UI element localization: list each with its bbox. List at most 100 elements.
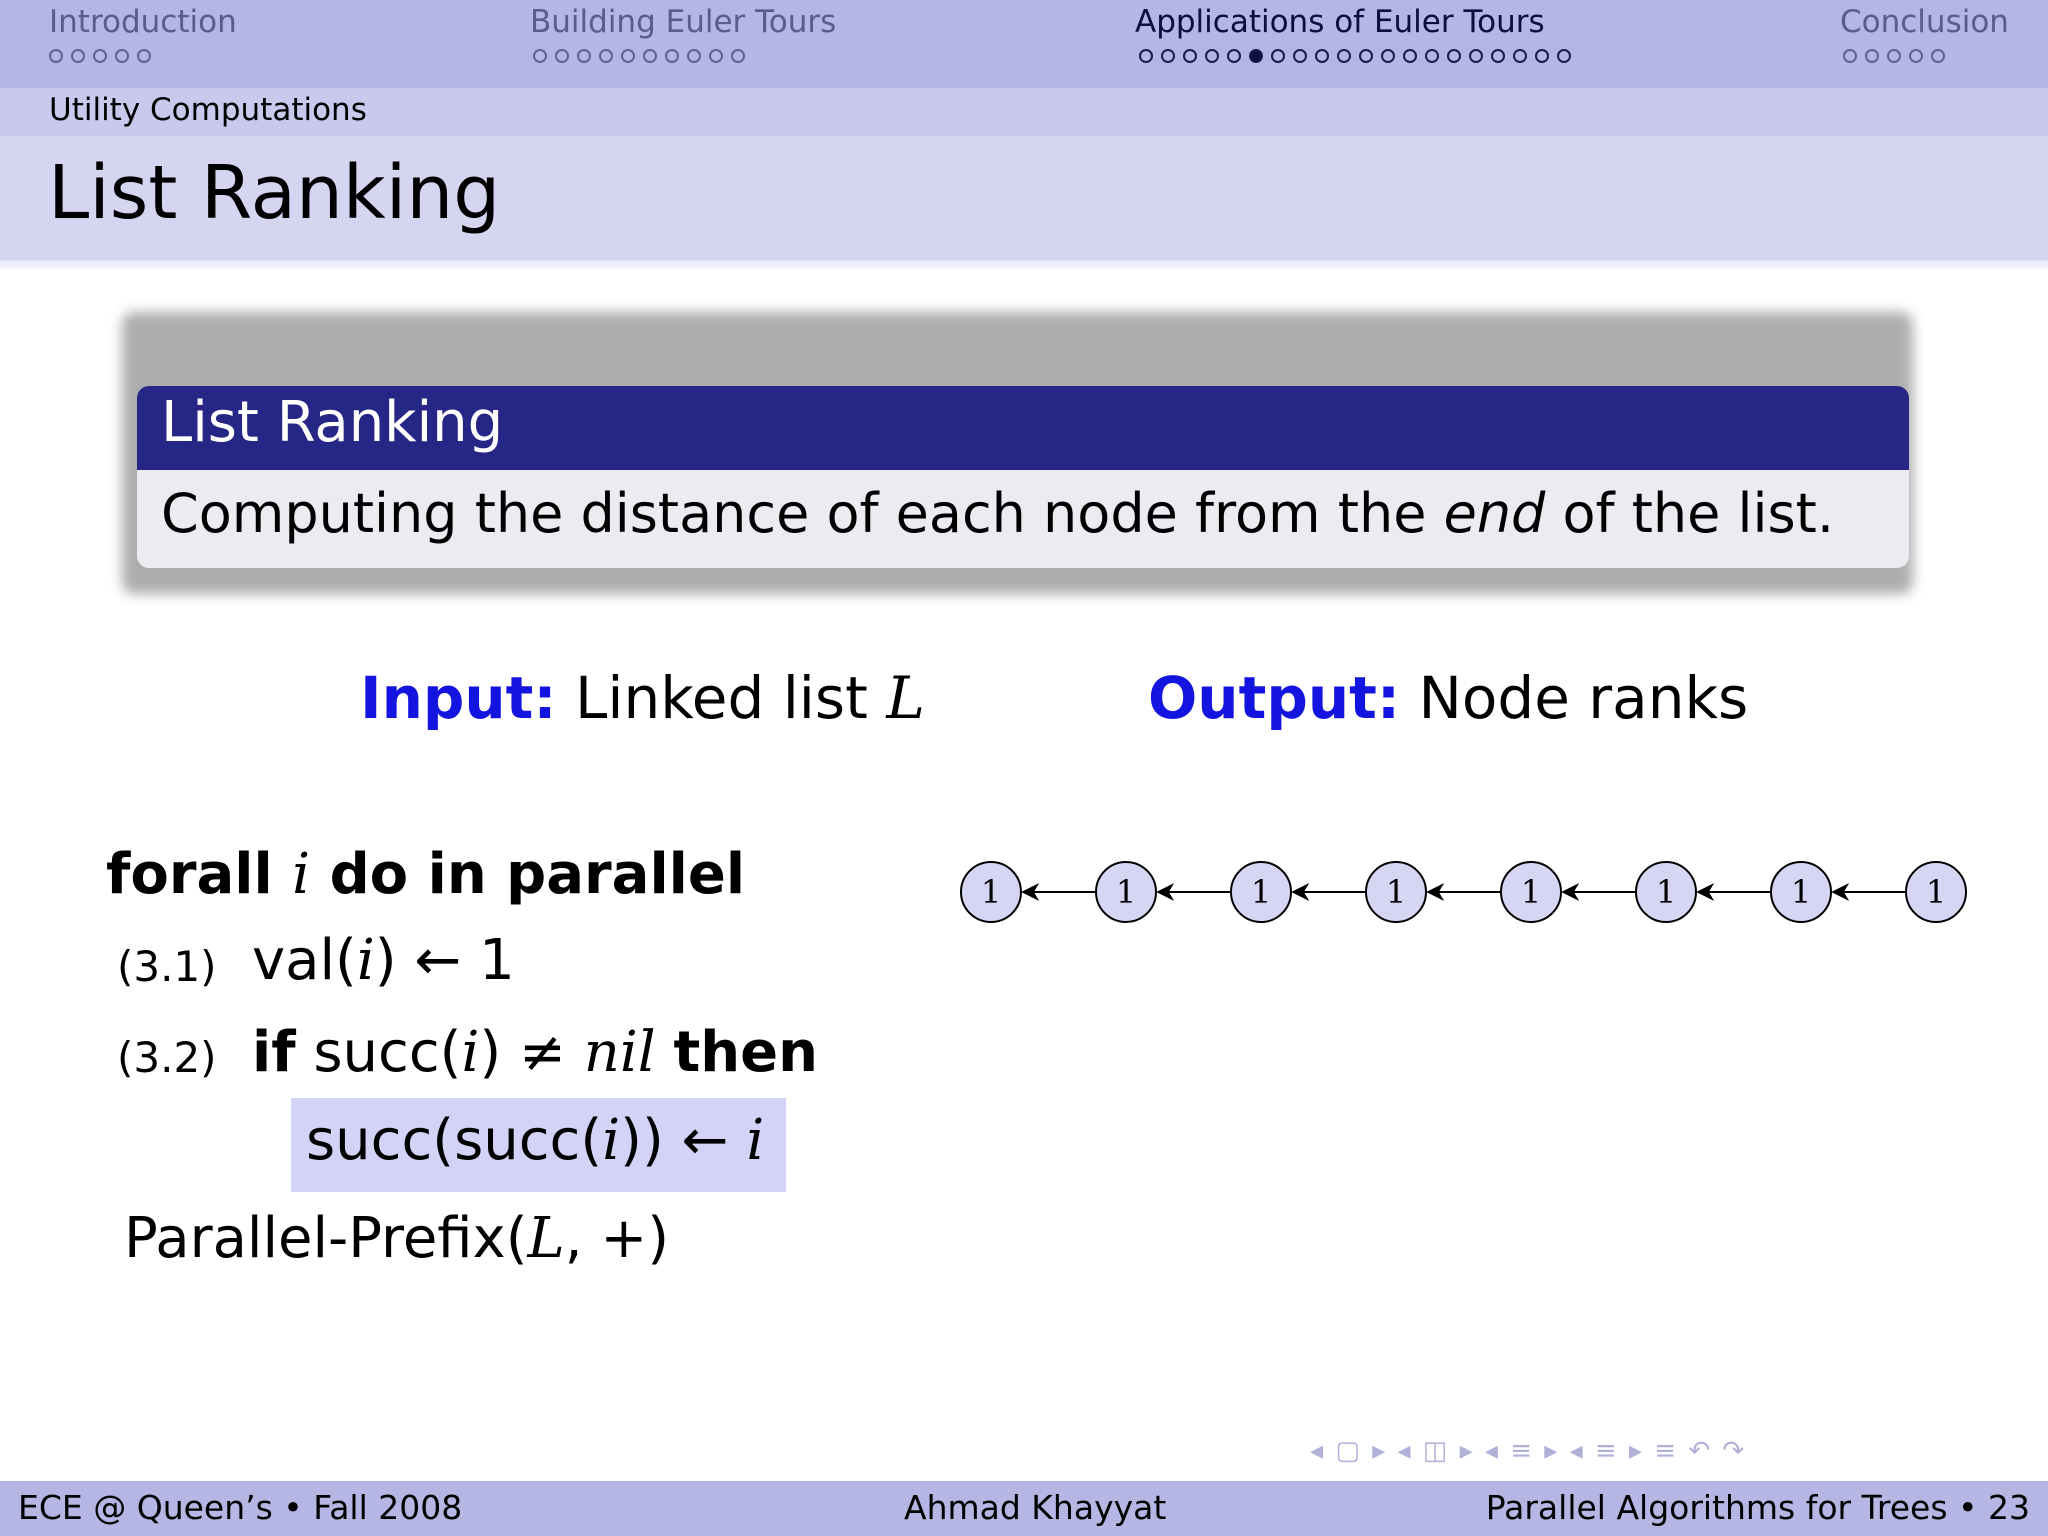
- step-3-2-var: i: [461, 1020, 480, 1085]
- frame-dot[interactable]: [1865, 49, 1879, 63]
- list-node-value: 1: [1386, 873, 1406, 911]
- parallel-prefix-text-b: , +): [564, 1206, 670, 1271]
- parallel-prefix-var: L: [527, 1206, 565, 1271]
- current-frame-dot[interactable]: [1249, 49, 1263, 63]
- keyword-do-in-parallel: do in parallel: [329, 842, 746, 907]
- frame-title: List Ranking: [48, 150, 501, 236]
- frame-dot[interactable]: [1337, 49, 1351, 63]
- parallel-prefix-text-a: Parallel-Prefix(: [124, 1206, 528, 1271]
- step-3-1-text-b: ) ← 1: [374, 928, 515, 993]
- highlighted-step-text-b: )) ←: [620, 1108, 747, 1173]
- input-variable: L: [886, 664, 925, 732]
- step-number-3-2: (3.2): [117, 1033, 217, 1082]
- frame-dot[interactable]: [1425, 49, 1439, 63]
- frame-dot[interactable]: [71, 49, 85, 63]
- linked-list-diagram: 1 1 1 1 1 1 1 1: [960, 861, 1967, 923]
- frame-dot[interactable]: [1293, 49, 1307, 63]
- frame-dot[interactable]: [1271, 49, 1285, 63]
- list-node-value: 1: [981, 873, 1001, 911]
- keyword-forall: forall: [106, 842, 273, 907]
- frame-dot[interactable]: [665, 49, 679, 63]
- frame-dot[interactable]: [1557, 49, 1571, 63]
- frame-dot[interactable]: [1469, 49, 1483, 63]
- input-text: Linked list: [575, 664, 887, 732]
- step-3-2-text-a: succ(: [295, 1020, 462, 1085]
- title-shadow: [0, 260, 2048, 272]
- footer-center: Ahmad Khayyat: [904, 1488, 1167, 1527]
- list-node-value: 1: [1926, 873, 1946, 911]
- beamer-navigation-symbols[interactable]: ◂ ▢ ▸ ◂ ◫ ▸ ◂ ≡ ▸ ◂ ≡ ▸ ≡ ↶ ↷: [1310, 1436, 1746, 1466]
- frame-dot[interactable]: [643, 49, 657, 63]
- nav-section-1[interactable]: Building Euler Tours: [530, 4, 836, 40]
- definition-text-1: Computing the distance of each node from…: [161, 482, 1444, 545]
- frame-dot[interactable]: [1161, 49, 1175, 63]
- list-node-value: 1: [1791, 873, 1811, 911]
- frame-dot[interactable]: [1491, 49, 1505, 63]
- output-line: Output: Node ranks: [1148, 664, 1748, 732]
- definition-block-title: List Ranking: [161, 390, 504, 455]
- list-node-value: 1: [1656, 873, 1676, 911]
- list-node-value: 1: [1116, 873, 1136, 911]
- nav-section-3[interactable]: Conclusion: [1840, 4, 2009, 40]
- frame-dot[interactable]: [115, 49, 129, 63]
- frame-dot[interactable]: [1887, 49, 1901, 63]
- loop-variable: i: [292, 842, 311, 907]
- highlighted-step-var: i: [602, 1108, 621, 1173]
- frame-dot[interactable]: [137, 49, 151, 63]
- frame-dot[interactable]: [599, 49, 613, 63]
- keyword-then: then: [673, 1020, 818, 1085]
- frame-dot[interactable]: [1447, 49, 1461, 63]
- section-navigation-bar: [0, 0, 2048, 88]
- frame-dot[interactable]: [555, 49, 569, 63]
- step-3-2-text-b: ) ≠: [479, 1020, 584, 1085]
- highlighted-step: succ(succ(i)) ← i: [306, 1108, 764, 1173]
- frame-dot[interactable]: [49, 49, 63, 63]
- frame-dot[interactable]: [1183, 49, 1197, 63]
- keyword-if: if: [252, 1020, 296, 1085]
- frame-dot[interactable]: [577, 49, 591, 63]
- frame-dot[interactable]: [1513, 49, 1527, 63]
- frame-dot[interactable]: [731, 49, 745, 63]
- frame-dot[interactable]: [1359, 49, 1373, 63]
- input-label: Input:: [360, 664, 557, 732]
- frame-dot[interactable]: [1843, 49, 1857, 63]
- subsection-label: Utility Computations: [49, 92, 367, 128]
- list-node-value: 1: [1521, 873, 1541, 911]
- frame-dot[interactable]: [533, 49, 547, 63]
- step-3-1-var: i: [356, 928, 375, 993]
- parallel-prefix-line: Parallel-Prefix(L, +): [124, 1206, 669, 1271]
- frame-dot[interactable]: [1403, 49, 1417, 63]
- step-3-1: val(i) ← 1: [252, 928, 515, 993]
- frame-dot[interactable]: [1535, 49, 1549, 63]
- nav-section-2[interactable]: Applications of Euler Tours: [1135, 4, 1545, 40]
- highlighted-step-var-2: i: [746, 1108, 765, 1173]
- definition-block: List Ranking Computing the distance of e…: [137, 386, 1909, 568]
- frame-dot[interactable]: [1909, 49, 1923, 63]
- frame-dot[interactable]: [93, 49, 107, 63]
- definition-emphasis: end: [1443, 482, 1546, 545]
- step-3-1-text-a: val(: [252, 928, 357, 993]
- output-text: Node ranks: [1418, 664, 1749, 732]
- frame-dot[interactable]: [621, 49, 635, 63]
- list-node-value: 1: [1251, 873, 1271, 911]
- frame-dot[interactable]: [709, 49, 723, 63]
- frame-dot[interactable]: [687, 49, 701, 63]
- footer-left: ECE @ Queen’s • Fall 2008: [18, 1488, 463, 1527]
- frame-dot[interactable]: [1139, 49, 1153, 63]
- frame-dot[interactable]: [1205, 49, 1219, 63]
- nav-section-0[interactable]: Introduction: [49, 4, 237, 40]
- algorithm-header: forall i do in parallel: [106, 842, 745, 907]
- input-line: Input: Linked list L: [360, 664, 925, 732]
- frame-dot[interactable]: [1315, 49, 1329, 63]
- definition-block-body: Computing the distance of each node from…: [161, 482, 1834, 545]
- frame-dot[interactable]: [1931, 49, 1945, 63]
- step-3-2: if succ(i) ≠ nil then: [252, 1020, 818, 1085]
- frame-dot[interactable]: [1227, 49, 1241, 63]
- footer-right: Parallel Algorithms for Trees • 23: [1485, 1488, 2030, 1527]
- output-label: Output:: [1148, 664, 1401, 732]
- highlighted-step-text-a: succ(succ(: [306, 1108, 603, 1173]
- frame-dot[interactable]: [1381, 49, 1395, 63]
- definition-text-2: of the list.: [1545, 482, 1835, 545]
- nil-constant: nil: [583, 1020, 656, 1085]
- step-number-3-1: (3.1): [117, 942, 217, 991]
